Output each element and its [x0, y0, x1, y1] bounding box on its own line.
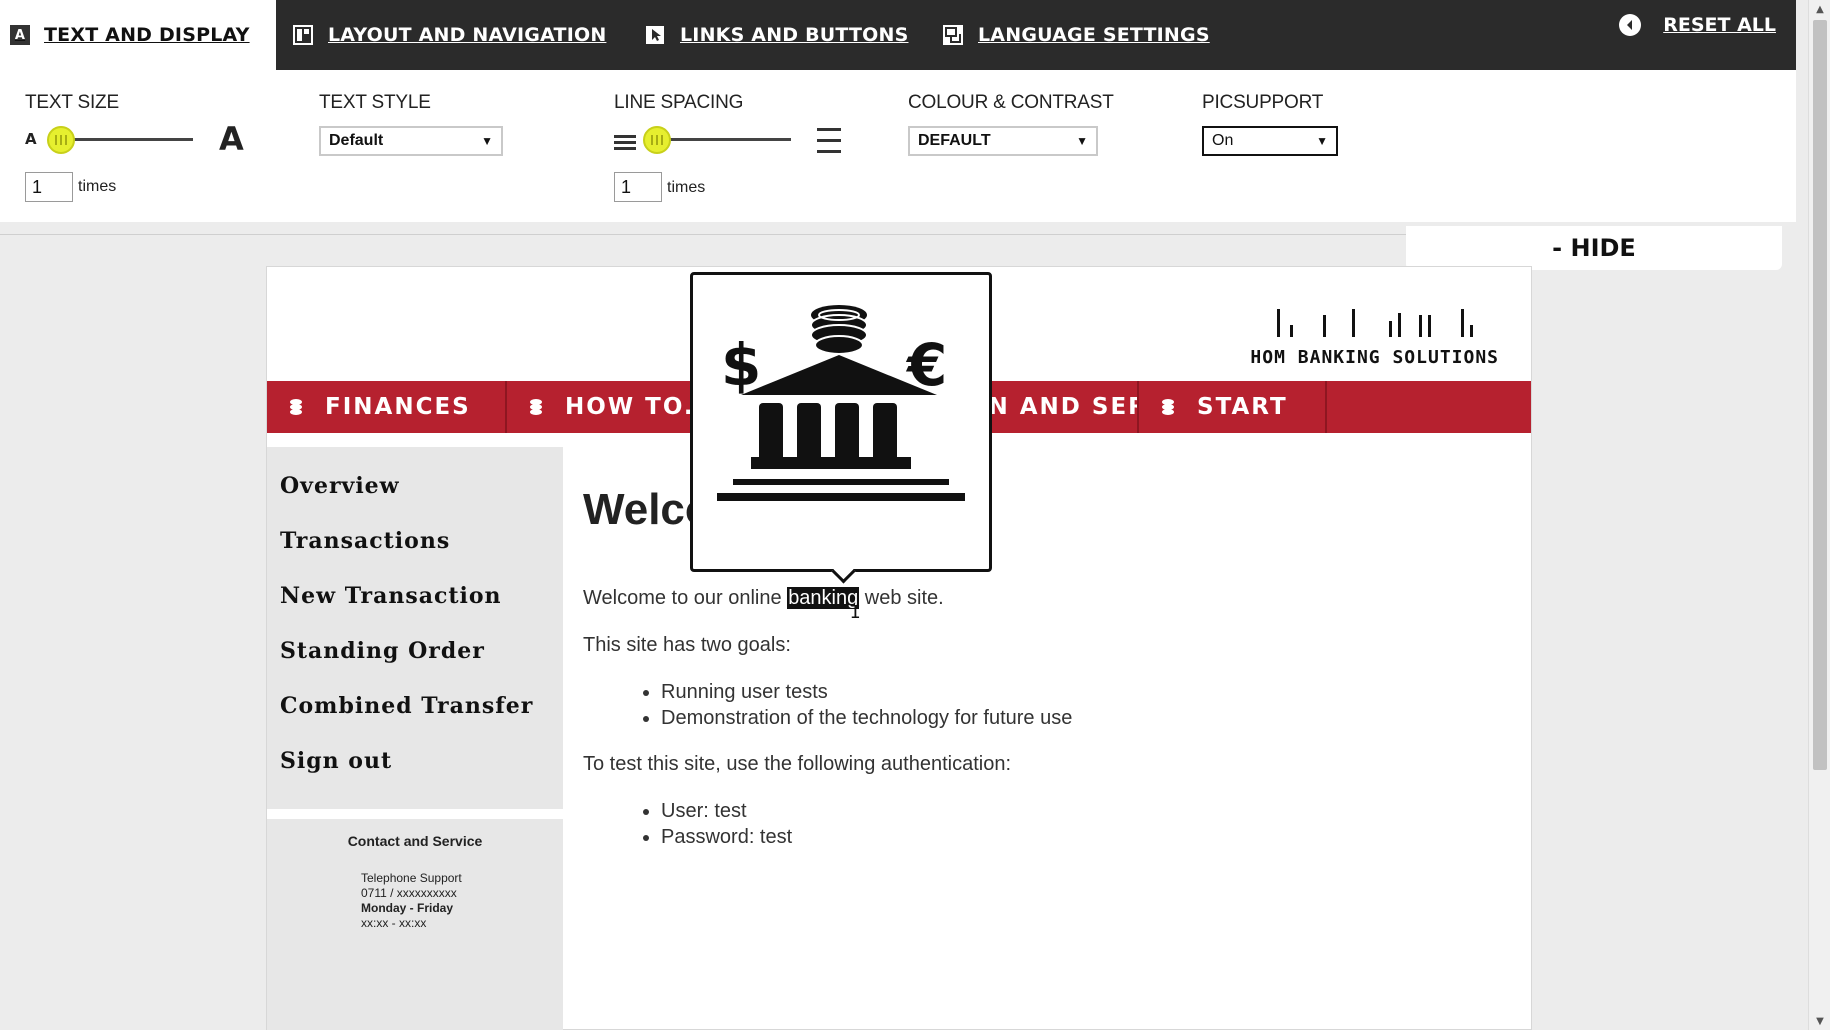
sidenav-overview[interactable]: Overview [267, 469, 563, 524]
line-spacing-wide-icon[interactable] [817, 126, 841, 160]
line-spacing-label: LINE SPACING [614, 92, 744, 113]
line-spacing-tight-icon[interactable] [614, 132, 636, 156]
picsupport-value: On [1212, 132, 1234, 149]
coins-icon [527, 397, 545, 417]
logo-text: HOM BANKING SOLUTIONS [1250, 347, 1499, 368]
picsupport-popup: $ € [690, 272, 992, 572]
dropdown-arrow-icon: ▼ [481, 134, 493, 148]
coins-icon [287, 397, 305, 417]
colour-contrast-value: DEFAULT [918, 132, 991, 149]
contact-box: Contact and Service Telephone Support 07… [267, 819, 563, 1030]
text-size-large-icon[interactable]: A [219, 120, 244, 158]
contact-title: Contact and Service [347, 833, 483, 849]
nav-item-start[interactable]: START [1139, 381, 1327, 433]
toolbar-divider [0, 234, 1406, 235]
text-size-input[interactable] [25, 172, 73, 202]
contact-phone: 0711 / xxxxxxxxxx [361, 886, 457, 900]
contact-line: Telephone Support [361, 871, 462, 885]
tab-label: LINKS AND BUTTONS [680, 24, 909, 46]
scroll-up-arrow-icon[interactable]: ▲ [1809, 0, 1830, 18]
tab-label: LAYOUT AND NAVIGATION [328, 24, 607, 46]
dollar-symbol: $ [721, 331, 761, 399]
layout-icon [292, 24, 314, 46]
sidenav-transactions[interactable]: Transactions [267, 524, 563, 579]
line-spacing-input[interactable] [614, 172, 662, 202]
text-cursor-icon: I [850, 602, 861, 623]
text-style-value: Default [329, 132, 384, 149]
logo-bars-graphic [1250, 301, 1499, 337]
dropdown-arrow-icon: ▼ [1316, 134, 1328, 148]
settings-panel: TEXT SIZE A A times TEXT STYLE Default ▼… [0, 70, 1796, 222]
text-size-label: TEXT SIZE [25, 92, 119, 113]
text-size-small-icon[interactable]: A [25, 130, 37, 148]
goals-list: Running user tests Demonstration of the … [661, 681, 1072, 733]
tab-layout-and-navigation[interactable]: LAYOUT AND NAVIGATION [292, 0, 606, 70]
welcome-paragraph: Welcome to our online banking web site. [583, 587, 944, 610]
text-size-unit: times [78, 178, 117, 195]
line-spacing-unit: times [667, 179, 706, 196]
scroll-down-arrow-icon[interactable]: ▼ [1809, 1012, 1830, 1030]
language-icon [942, 24, 964, 46]
back-arrow-icon [1619, 14, 1642, 36]
list-item: Password: test [661, 826, 792, 852]
sidenav-sign-out[interactable]: Sign out [267, 744, 563, 799]
contact-hours: xx:xx - xx:xx [361, 916, 427, 930]
nav-label: FINANCES [325, 394, 471, 420]
tab-label: LANGUAGE SETTINGS [978, 24, 1210, 46]
colour-contrast-label: COLOUR & CONTRAST [908, 92, 1114, 113]
colour-contrast-select[interactable]: DEFAULT ▼ [908, 126, 1098, 156]
coins-icon [1159, 397, 1177, 417]
list-item: Demonstration of the technology for futu… [661, 707, 1072, 733]
text-span: web site. [859, 587, 944, 609]
sidenav-new-transaction[interactable]: New Transaction [267, 579, 563, 634]
auth-list: User: test Password: test [661, 800, 792, 852]
sidenav-standing-order[interactable]: Standing Order [267, 634, 563, 689]
list-item: User: test [661, 800, 792, 826]
site-logo[interactable]: HOM BANKING SOLUTIONS [1250, 301, 1499, 368]
contact-days: Monday - Friday [361, 901, 454, 915]
tab-label: TEXT AND DISPLAY [44, 24, 250, 46]
line-spacing-slider-knob[interactable] [643, 126, 671, 154]
text-style-label: TEXT STYLE [319, 92, 431, 113]
text-style-select[interactable]: Default ▼ [319, 126, 503, 156]
text-span: Welcome to our online [583, 587, 788, 609]
picsupport-select[interactable]: On ▼ [1202, 126, 1338, 156]
bank-icon: $ € [717, 305, 965, 501]
hide-toolbar-button[interactable]: - HIDE [1406, 226, 1782, 270]
selected-word[interactable]: banking [787, 587, 860, 609]
reset-all-label: RESET ALL [1663, 14, 1776, 36]
scroll-thumb[interactable] [1813, 20, 1827, 770]
page-scrollbar[interactable]: ▲ ▼ [1808, 0, 1830, 1030]
dropdown-arrow-icon: ▼ [1076, 134, 1088, 148]
pointer-icon [644, 24, 666, 46]
picsupport-label: PICSUPPORT [1202, 92, 1324, 113]
reset-all-button[interactable]: RESET ALL [1619, 14, 1776, 36]
text-size-slider-knob[interactable] [47, 126, 75, 154]
auth-intro: To test this site, use the following aut… [583, 753, 1012, 775]
list-item: Running user tests [661, 681, 1072, 707]
text-icon: A [10, 25, 30, 45]
sidenav-combined-transfer[interactable]: Combined Transfer [267, 689, 563, 744]
side-navigation: Overview Transactions New Transaction St… [267, 447, 563, 809]
accessibility-toolbar: A TEXT AND DISPLAY LAYOUT AND NAVIGATION… [0, 0, 1796, 70]
tab-text-and-display[interactable]: A TEXT AND DISPLAY [0, 0, 276, 70]
tab-language-settings[interactable]: LANGUAGE SETTINGS [942, 0, 1210, 70]
tab-links-and-buttons[interactable]: LINKS AND BUTTONS [644, 0, 909, 70]
nav-label: START [1197, 394, 1288, 420]
goals-intro: This site has two goals: [583, 634, 791, 656]
nav-item-finances[interactable]: FINANCES [267, 381, 507, 433]
